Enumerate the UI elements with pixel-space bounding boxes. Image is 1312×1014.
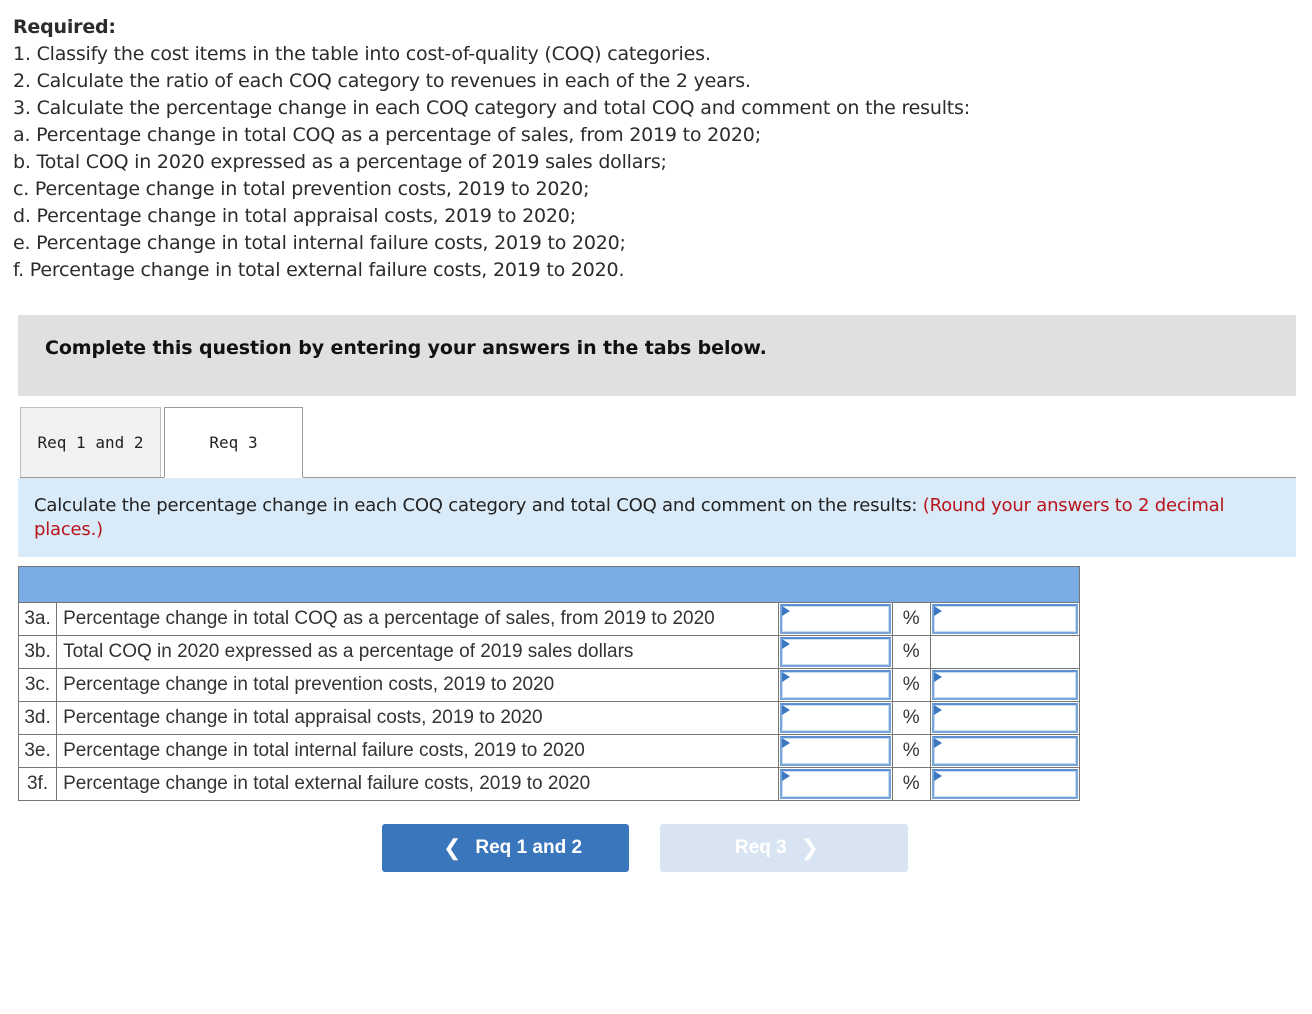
unit-label: %: [891, 668, 931, 702]
unit-label: %: [891, 734, 931, 768]
dropdown-flag-icon: [933, 705, 942, 715]
value-input-3c[interactable]: [780, 670, 891, 700]
value-cell: [778, 701, 893, 735]
unit-label: %: [891, 635, 931, 669]
value-cell: [778, 602, 893, 636]
required-line-f: f. Percentage change in total external f…: [13, 259, 625, 281]
dropdown-flag-icon: [933, 672, 942, 682]
required-line-c: c. Percentage change in total prevention…: [13, 178, 590, 200]
value-input-3d[interactable]: [780, 703, 891, 733]
required-line-2: 2. Calculate the ratio of each COQ categ…: [13, 70, 751, 92]
value-input-3f[interactable]: [780, 769, 891, 799]
table-row: 3d. Percentage change in total appraisal…: [17, 701, 1081, 735]
tab-req-3[interactable]: Req 3: [164, 407, 303, 478]
value-cell: [778, 635, 893, 669]
table-row: 3b. Total COQ in 2020 expressed as a per…: [17, 635, 1081, 669]
row-number: 3b.: [17, 635, 58, 669]
banner-text: Complete this question by entering your …: [45, 337, 767, 359]
input-flag-icon: [782, 606, 791, 616]
value-input-3a[interactable]: [780, 604, 891, 634]
value-input-field[interactable]: [782, 606, 889, 632]
value-input-field[interactable]: [782, 738, 889, 764]
table-row: 3f. Percentage change in total external …: [17, 767, 1081, 801]
row-description: Percentage change in total appraisal cos…: [56, 701, 780, 735]
chevron-left-icon: ❮: [442, 835, 462, 860]
unit-label: %: [891, 767, 931, 801]
prev-button-label: Req 1 and 2: [475, 837, 583, 858]
required-title: Required:: [13, 16, 116, 38]
value-cell: [778, 767, 893, 801]
next-req-3-button[interactable]: Req 3 ❯: [660, 824, 908, 872]
row-description: Percentage change in total external fail…: [56, 767, 780, 801]
table-header-cell: [18, 566, 1080, 603]
comment-input-field[interactable]: [933, 738, 1076, 764]
value-input-3e[interactable]: [780, 736, 891, 766]
row-number: 3e.: [17, 734, 58, 768]
comment-cell: [929, 602, 1081, 636]
comment-select-3a[interactable]: [931, 604, 1078, 634]
comment-cell: [929, 767, 1081, 801]
comment-select-3e[interactable]: [931, 736, 1078, 766]
required-line-1: 1. Classify the cost items in the table …: [13, 43, 711, 65]
required-line-e: e. Percentage change in total internal f…: [13, 232, 626, 254]
comment-cell: [929, 701, 1081, 735]
empty-comment-cell: [929, 635, 1081, 669]
unit-label: %: [891, 701, 931, 735]
comment-input-field[interactable]: [933, 606, 1076, 632]
required-line-d: d. Percentage change in total appraisal …: [13, 205, 576, 227]
tab-req-1-and-2[interactable]: Req 1 and 2: [20, 407, 161, 477]
input-flag-icon: [782, 771, 791, 781]
row-description: Percentage change in total COQ as a perc…: [56, 602, 780, 636]
table-row: 3c. Percentage change in total preventio…: [17, 668, 1081, 702]
prev-req-1-and-2-button[interactable]: ❮ Req 1 and 2: [382, 824, 629, 872]
input-flag-icon: [782, 672, 791, 682]
value-input-field[interactable]: [782, 771, 889, 797]
input-flag-icon: [782, 705, 791, 715]
required-line-a: a. Percentage change in total COQ as a p…: [13, 124, 761, 146]
value-input-3b[interactable]: [780, 637, 891, 667]
question-instruction: Calculate the percentage change in each …: [18, 478, 1296, 557]
required-section: Required: 1. Classify the cost items in …: [13, 14, 1303, 284]
comment-select-3c[interactable]: [931, 670, 1078, 700]
instructions-banner: Complete this question by entering your …: [18, 315, 1296, 396]
input-flag-icon: [782, 738, 791, 748]
required-line-3: 3. Calculate the percentage change in ea…: [13, 97, 970, 119]
value-input-field[interactable]: [782, 639, 889, 665]
table-row: 3a. Percentage change in total COQ as a …: [17, 602, 1081, 636]
comment-input-field[interactable]: [933, 771, 1076, 797]
next-button-label: Req 3: [734, 837, 787, 858]
instruction-text: Calculate the percentage change in each …: [34, 495, 923, 516]
row-number: 3a.: [17, 602, 58, 636]
input-flag-icon: [782, 639, 791, 649]
row-number: 3c.: [17, 668, 58, 702]
answer-table: 3a. Percentage change in total COQ as a …: [17, 566, 1081, 801]
required-line-b: b. Total COQ in 2020 expressed as a perc…: [13, 151, 667, 173]
dropdown-flag-icon: [933, 606, 942, 616]
value-input-field[interactable]: [782, 672, 889, 698]
unit-label: %: [891, 602, 931, 636]
comment-input-field[interactable]: [933, 672, 1076, 698]
chevron-right-icon: ❯: [800, 835, 820, 860]
comment-cell: [929, 734, 1081, 768]
row-description: Total COQ in 2020 expressed as a percent…: [56, 635, 780, 669]
table-row: 3e. Percentage change in total internal …: [17, 734, 1081, 768]
comment-cell: [929, 668, 1081, 702]
table-header-row: [18, 566, 1080, 603]
comment-select-3d[interactable]: [931, 703, 1078, 733]
row-description: Percentage change in total internal fail…: [56, 734, 780, 768]
comment-input-field[interactable]: [933, 705, 1076, 731]
row-number: 3f.: [17, 767, 58, 801]
dropdown-flag-icon: [933, 771, 942, 781]
dropdown-flag-icon: [933, 738, 942, 748]
tab-bar: Req 1 and 2 Req 3: [20, 406, 1296, 478]
row-description: Percentage change in total prevention co…: [56, 668, 780, 702]
value-cell: [778, 668, 893, 702]
comment-select-3f[interactable]: [931, 769, 1078, 799]
row-number: 3d.: [17, 701, 58, 735]
value-input-field[interactable]: [782, 705, 889, 731]
value-cell: [778, 734, 893, 768]
